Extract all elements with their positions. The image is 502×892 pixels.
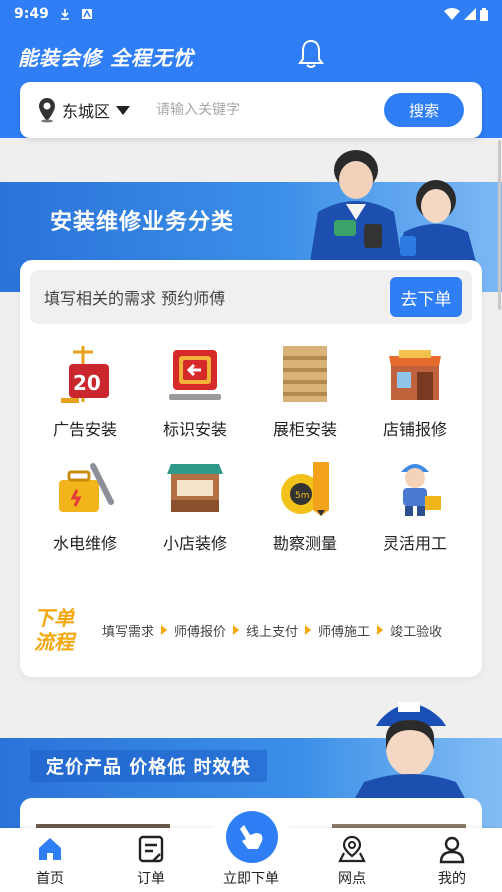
flow-step: 师傅施工 (318, 624, 371, 640)
header: 能装会修 全程无忧 东城区 搜索 (0, 28, 502, 138)
arrow-right-icon (305, 625, 312, 635)
bell-icon[interactable] (296, 38, 326, 70)
display-shelf-icon (283, 346, 327, 402)
order-flow-steps: 填写需求 师傅报价 线上支付 师傅施工 竣工验收 (102, 621, 442, 640)
app-notification-icon (81, 9, 92, 19)
flow-step: 填写需求 (102, 624, 155, 640)
order-now-button[interactable] (226, 811, 278, 863)
category-label: 灵活用工 (382, 534, 447, 553)
nav-home[interactable]: 首页 (15, 834, 85, 888)
category-display-cabinet-install[interactable]: 展柜安装 (250, 342, 360, 446)
user-icon (439, 836, 465, 864)
category-label: 广告安装 (52, 420, 117, 439)
status-bar: 9:49 (0, 0, 502, 28)
home-icon (39, 838, 61, 860)
search-button[interactable]: 搜索 (384, 93, 464, 127)
order-flow-title-line1: 下单 (34, 606, 74, 630)
nav-label: 首页 (36, 871, 64, 887)
order-list-icon (138, 835, 164, 863)
chevron-down-icon[interactable] (116, 105, 131, 115)
nav-label-order-now[interactable]: 立即下单 (216, 868, 286, 888)
banner-title: 安装维修业务分类 (50, 210, 235, 235)
signal-icon (464, 8, 476, 20)
order-flow-title-line2: 流程 (34, 630, 74, 654)
category-label: 小店装修 (162, 534, 227, 553)
category-label: 展柜安装 (272, 420, 337, 439)
download-icon (60, 9, 69, 20)
nav-mine[interactable]: 我的 (417, 834, 487, 888)
category-label: 标识安装 (162, 420, 227, 439)
search-bar: 东城区 搜索 (20, 82, 482, 138)
nav-label: 订单 (137, 871, 165, 887)
location-pin-icon (39, 98, 55, 123)
district-selector[interactable]: 东城区 (62, 98, 110, 122)
order-flow-title: 下单 流程 (34, 606, 90, 654)
category-label: 水电维修 (52, 534, 117, 553)
kiosk-icon (167, 464, 223, 512)
category-grid: 20 广告安装 标识安装 展柜安装 店铺报修 水电维修 小店装修 5m 勘察测量… (30, 342, 472, 560)
category-flexible-labor[interactable]: 灵活用工 (360, 456, 470, 560)
svg-text:5m: 5m (295, 491, 310, 501)
category-shop-renovation[interactable]: 小店装修 (140, 456, 250, 560)
toolbox-icon (59, 463, 114, 512)
service-card: 填写相关的需求 预约师傅 去下单 20 广告安装 标识安装 展柜安装 店铺报修 … (20, 260, 482, 677)
category-label: 店铺报修 (382, 420, 447, 439)
order-prompt-bar: 填写相关的需求 预约师傅 去下单 (30, 270, 472, 324)
arrow-right-icon (377, 625, 384, 635)
svg-text:20: 20 (73, 371, 101, 395)
arrow-right-icon (233, 625, 240, 635)
place-order-button[interactable]: 去下单 (390, 277, 462, 317)
app-slogan: 能装会修 全程无忧 (18, 46, 194, 70)
category-store-repair[interactable]: 店铺报修 (360, 342, 470, 446)
tape-measure-icon: 5m (281, 462, 329, 516)
category-label: 勘察测量 (272, 534, 337, 553)
fixed-price-title: 定价产品 价格低 时效快 (30, 750, 267, 782)
technician-illustration (354, 702, 466, 800)
battery-icon (480, 7, 488, 21)
flow-step: 师傅报价 (174, 624, 227, 640)
order-flow: 下单 流程 填写需求 师傅报价 线上支付 师傅施工 竣工验收 (34, 600, 474, 660)
order-prompt-text: 填写相关的需求 预约师傅 (44, 289, 226, 308)
billboard-icon: 20 (61, 346, 109, 403)
arrow-right-icon (161, 625, 168, 635)
tap-hand-icon (240, 825, 263, 849)
search-input[interactable] (156, 102, 357, 118)
nav-outlets[interactable]: 网点 (317, 834, 387, 888)
category-plumbing-electrical[interactable]: 水电维修 (30, 456, 140, 560)
worker-icon (401, 464, 441, 516)
nav-orders[interactable]: 订单 (116, 834, 186, 888)
category-billboard-install[interactable]: 20 广告安装 (30, 342, 140, 446)
map-location-icon (338, 835, 366, 863)
status-time: 9:49 (14, 6, 49, 22)
nav-label: 我的 (438, 871, 466, 887)
flow-step: 竣工验收 (390, 624, 443, 640)
category-survey-measurement[interactable]: 5m 勘察测量 (250, 456, 360, 560)
signage-icon (169, 350, 221, 400)
category-signage-install[interactable]: 标识安装 (140, 342, 250, 446)
nav-label: 网点 (338, 871, 366, 887)
scrollbar[interactable] (498, 140, 501, 310)
wifi-icon (444, 8, 460, 20)
bakery-store-icon (389, 350, 441, 400)
technicians-illustration (310, 150, 476, 262)
flow-step: 线上支付 (246, 624, 299, 640)
